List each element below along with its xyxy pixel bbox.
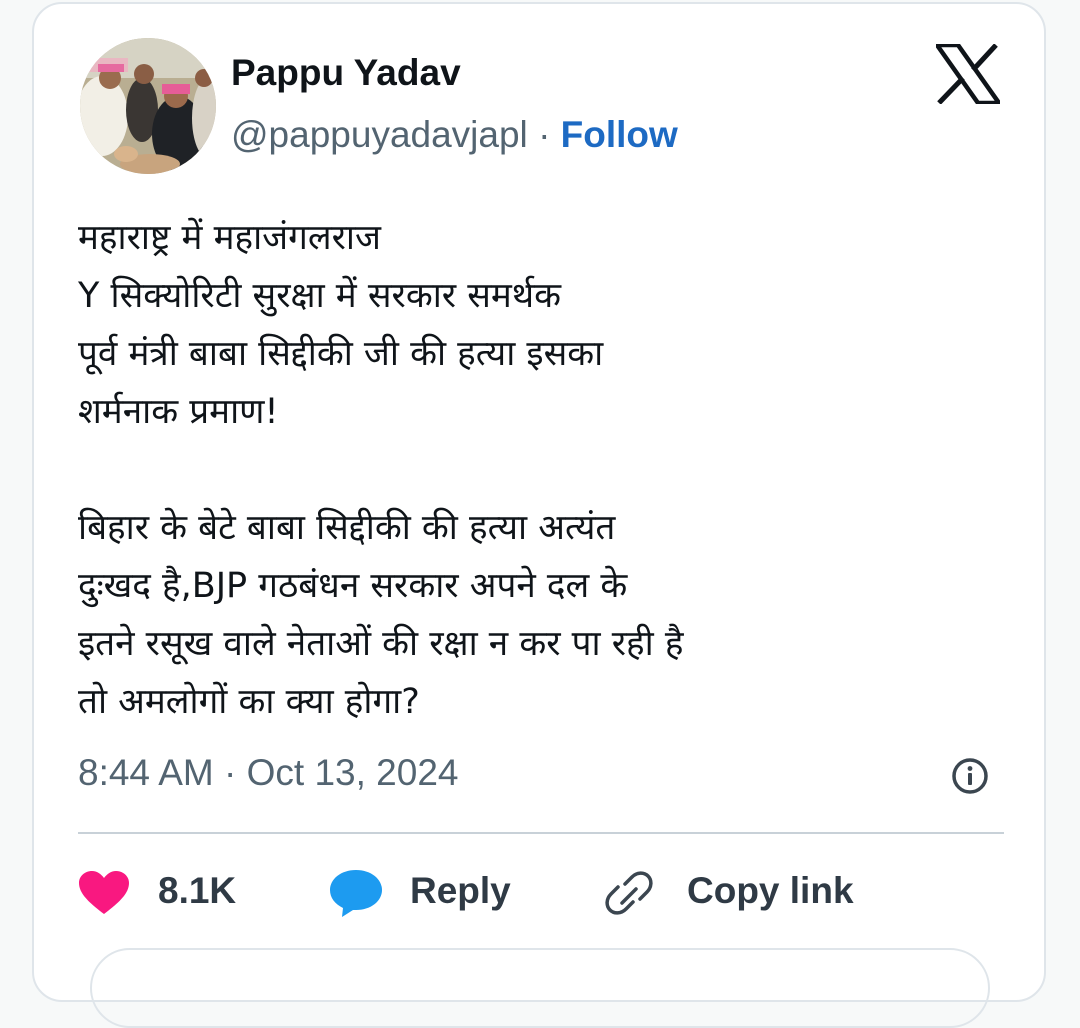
copy-link-label: Copy link xyxy=(687,870,854,911)
tweet-line: शर्मनाक प्रमाण! xyxy=(78,392,279,432)
avatar-photo xyxy=(80,38,216,174)
reply-label: Reply xyxy=(410,870,511,911)
x-logo-icon[interactable] xyxy=(932,42,1004,106)
tweet-line: दुःखद है,BJP गठबंधन सरकार अपने दल के xyxy=(78,566,628,606)
tweet-card: Pappu Yadav @pappuyadavjapl · Follow महा… xyxy=(32,2,1046,1028)
info-icon[interactable] xyxy=(950,756,990,796)
avatar[interactable] xyxy=(80,38,216,174)
speech-bubble-icon xyxy=(330,870,382,917)
tweet-line: महाराष्ट्र में महाजंगलराज xyxy=(78,218,381,258)
tweet-paragraph-1: महाराष्ट्र में महाजंगलराज Y सिक्योरिटी स… xyxy=(78,209,978,441)
like-button[interactable]: 8.1K xyxy=(78,866,278,918)
link-icon xyxy=(605,871,653,915)
handle-row: @pappuyadavjapl · Follow xyxy=(231,114,678,156)
author-handle[interactable]: @pappuyadavjapl xyxy=(231,114,528,155)
author-name[interactable]: Pappu Yadav xyxy=(231,52,461,94)
tweet-line: पूर्व मंत्री बाबा सिद्दीकी जी की हत्या इ… xyxy=(78,334,604,374)
tweet-text: महाराष्ट्र में महाजंगलराज Y सिक्योरिटी स… xyxy=(78,209,978,731)
heart-icon xyxy=(79,871,129,914)
tweet-line: तो अमलोगों का क्या होगा? xyxy=(78,682,420,722)
tweet-timestamp[interactable]: 8:44 AM · Oct 13, 2024 xyxy=(78,752,459,794)
tweet-line: Y सिक्योरिटी सुरक्षा में सरकार समर्थक xyxy=(78,276,562,316)
copy-link-button[interactable]: Copy link xyxy=(603,866,863,918)
handle-separator: · xyxy=(538,114,551,155)
tweet-line: इतने रसूख वाले नेताओं की रक्षा न कर पा र… xyxy=(78,624,684,664)
read-replies-button[interactable] xyxy=(90,948,990,1028)
follow-button[interactable]: Follow xyxy=(561,114,678,155)
divider xyxy=(78,832,1004,834)
reply-button[interactable]: Reply xyxy=(328,866,558,918)
tweet-line: बिहार के बेटे बाबा सिद्दीकी की हत्या अत्… xyxy=(78,508,616,548)
like-count: 8.1K xyxy=(158,870,237,911)
tweet-paragraph-2: बिहार के बेटे बाबा सिद्दीकी की हत्या अत्… xyxy=(78,499,978,731)
